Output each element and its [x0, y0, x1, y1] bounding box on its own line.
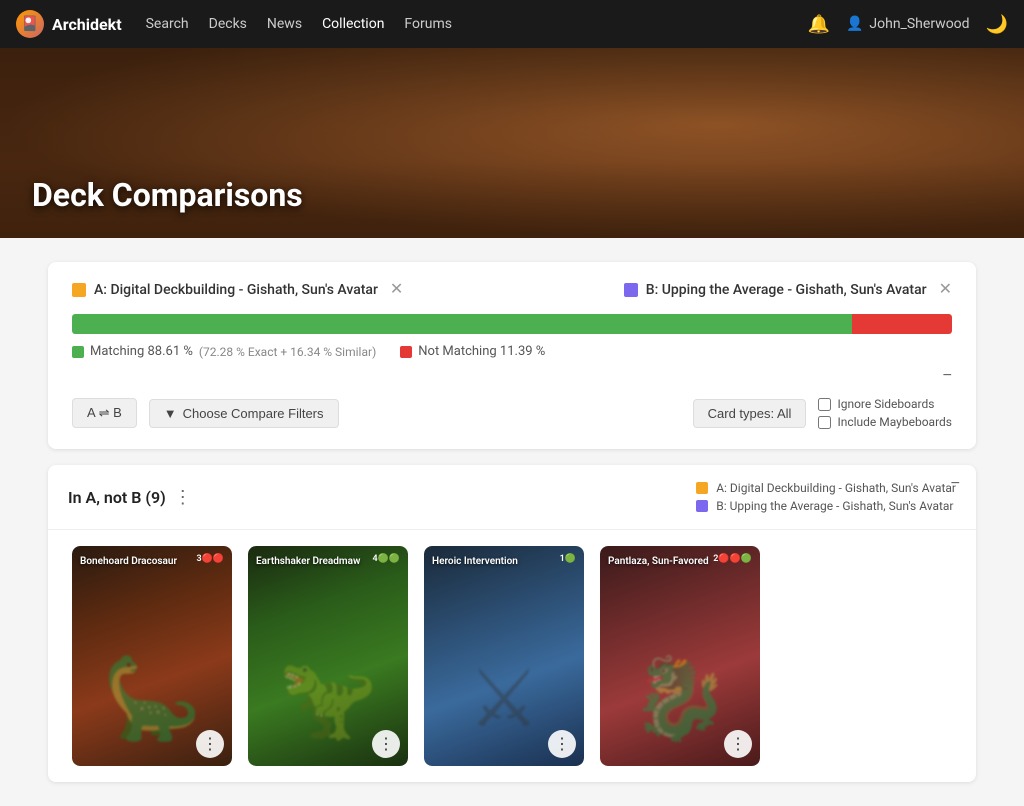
notifications-button[interactable]: 🔔 [808, 14, 830, 35]
card-art-4: 🐉 [630, 652, 730, 746]
user-icon: 👤 [846, 16, 863, 32]
comparison-panel: A: Digital Deckbuilding - Gishath, Sun's… [48, 262, 976, 449]
matching-dot [72, 346, 84, 358]
hero-banner: Deck Comparisons [0, 48, 1024, 238]
deck-b-close-button[interactable]: ✕ [935, 282, 952, 298]
legend-a-text: A: Digital Deckbuilding - Gishath, Sun's… [716, 481, 956, 495]
matching-bar [72, 314, 852, 334]
navbar: 🎴 Archidekt Search Decks News Collection… [0, 0, 1024, 48]
stats-row: Matching 88.61 % (72.28 % Exact + 16.34 … [72, 344, 952, 359]
card-art-2: 🦖 [278, 652, 378, 746]
collapse-button[interactable]: − [943, 367, 952, 385]
legend-a: A: Digital Deckbuilding - Gishath, Sun's… [696, 481, 956, 495]
page-title: Deck Comparisons [32, 176, 303, 214]
include-maybeboards-label[interactable]: Include Maybeboards [818, 415, 952, 429]
matching-stat: Matching 88.61 % (72.28 % Exact + 16.34 … [72, 344, 376, 359]
nav-forums[interactable]: Forums [404, 16, 452, 32]
swap-button[interactable]: A ⇌ B [72, 398, 137, 428]
nav-collection[interactable]: Collection [322, 16, 384, 32]
not-matching-dot [400, 346, 412, 358]
nav-decks[interactable]: Decks [209, 16, 247, 32]
not-matching-bar [852, 314, 952, 334]
logo-icon: 🎴 [16, 10, 44, 38]
user-menu[interactable]: 👤 John_Sherwood [846, 16, 970, 32]
include-maybeboards-text: Include Maybeboards [837, 415, 952, 429]
card-cost-1: 3🔴🔴 [196, 554, 224, 564]
card-types-button[interactable]: Card types: All [693, 399, 807, 428]
card-menu-1[interactable]: ⋮ [196, 730, 224, 758]
checkbox-group: Ignore Sideboards Include Maybeboards [818, 397, 952, 429]
section-menu-button[interactable]: ⋮ [174, 487, 192, 508]
legend-b-text: B: Upping the Average - Gishath, Sun's A… [716, 499, 953, 513]
nav-search[interactable]: Search [146, 16, 189, 32]
deck-a-color-swatch [72, 283, 86, 297]
deck-a-name: A: Digital Deckbuilding - Gishath, Sun's… [94, 282, 378, 298]
card-menu-4[interactable]: ⋮ [724, 730, 752, 758]
theme-toggle-button[interactable]: 🌙 [986, 14, 1008, 35]
card-menu-2[interactable]: ⋮ [372, 730, 400, 758]
not-matching-stat: Not Matching 11.39 % [400, 344, 545, 359]
deck-b-name: B: Upping the Average - Gishath, Sun's A… [646, 282, 927, 298]
legend-a-dot [696, 482, 708, 494]
filter-row: A ⇌ B ▼ Choose Compare Filters Card type… [72, 397, 952, 429]
card-art-1: 🦕 [102, 652, 202, 746]
card-item[interactable]: Pantlaza, Sun-Favored 2🔴🔴🟢 🐉 ⋮ [600, 546, 760, 766]
ignore-sideboards-label[interactable]: Ignore Sideboards [818, 397, 952, 411]
card-types-label: Card types: All [708, 406, 792, 421]
card-name-3: Heroic Intervention [432, 556, 576, 567]
collapse-row: − [72, 367, 952, 385]
deck-a-label: A: Digital Deckbuilding - Gishath, Sun's… [72, 282, 403, 298]
ignore-sideboards-text: Ignore Sideboards [837, 397, 934, 411]
deck-a-close-button[interactable]: ✕ [386, 282, 403, 298]
section-collapse-button[interactable]: − [951, 475, 960, 493]
legend-b: B: Upping the Average - Gishath, Sun's A… [696, 499, 956, 513]
logo-text: Archidekt [52, 15, 122, 34]
swap-label: A ⇌ B [87, 405, 122, 421]
card-grid: Bonehoard Dracosaur 3🔴🔴 🦕 ⋮ Earthshaker … [48, 530, 976, 782]
choose-filters-button[interactable]: ▼ Choose Compare Filters [149, 399, 339, 428]
legend-b-dot [696, 500, 708, 512]
nav-news[interactable]: News [267, 16, 302, 32]
card-art-3: ⚔ [468, 652, 540, 746]
card-cost-3: 1🟢 [560, 554, 576, 564]
nav-right: 🔔 👤 John_Sherwood 🌙 [808, 14, 1008, 35]
card-item[interactable]: Heroic Intervention 1🟢 ⚔ ⋮ [424, 546, 584, 766]
filter-label: Choose Compare Filters [183, 406, 324, 421]
nav-links: Search Decks News Collection Forums [146, 16, 784, 32]
card-item[interactable]: Earthshaker Dreadmaw 4🟢🟢 🦖 ⋮ [248, 546, 408, 766]
section-header: In A, not B (9) ⋮ A: Digital Deckbuildin… [48, 465, 976, 530]
logo-link[interactable]: 🎴 Archidekt [16, 10, 122, 38]
in-a-not-b-panel: In A, not B (9) ⋮ A: Digital Deckbuildin… [48, 465, 976, 782]
section-legend: A: Digital Deckbuilding - Gishath, Sun's… [696, 481, 956, 513]
ignore-sideboards-checkbox[interactable] [818, 398, 831, 411]
matching-label: Matching 88.61 % [90, 344, 193, 359]
filter-icon: ▼ [164, 406, 177, 421]
include-maybeboards-checkbox[interactable] [818, 416, 831, 429]
deck-b-label: B: Upping the Average - Gishath, Sun's A… [624, 282, 952, 298]
card-cost-4: 2🔴🔴🟢 [713, 554, 752, 564]
deck-b-color-swatch [624, 283, 638, 297]
main-content: A: Digital Deckbuilding - Gishath, Sun's… [32, 238, 992, 806]
progress-bar [72, 314, 952, 334]
section-title: In A, not B (9) [68, 488, 166, 507]
username-label: John_Sherwood [869, 16, 969, 32]
not-matching-label: Not Matching 11.39 % [418, 344, 545, 359]
card-menu-3[interactable]: ⋮ [548, 730, 576, 758]
card-item[interactable]: Bonehoard Dracosaur 3🔴🔴 🦕 ⋮ [72, 546, 232, 766]
matching-detail: (72.28 % Exact + 16.34 % Similar) [199, 345, 376, 359]
card-cost-2: 4🟢🟢 [372, 554, 400, 564]
deck-labels-row: A: Digital Deckbuilding - Gishath, Sun's… [72, 282, 952, 298]
